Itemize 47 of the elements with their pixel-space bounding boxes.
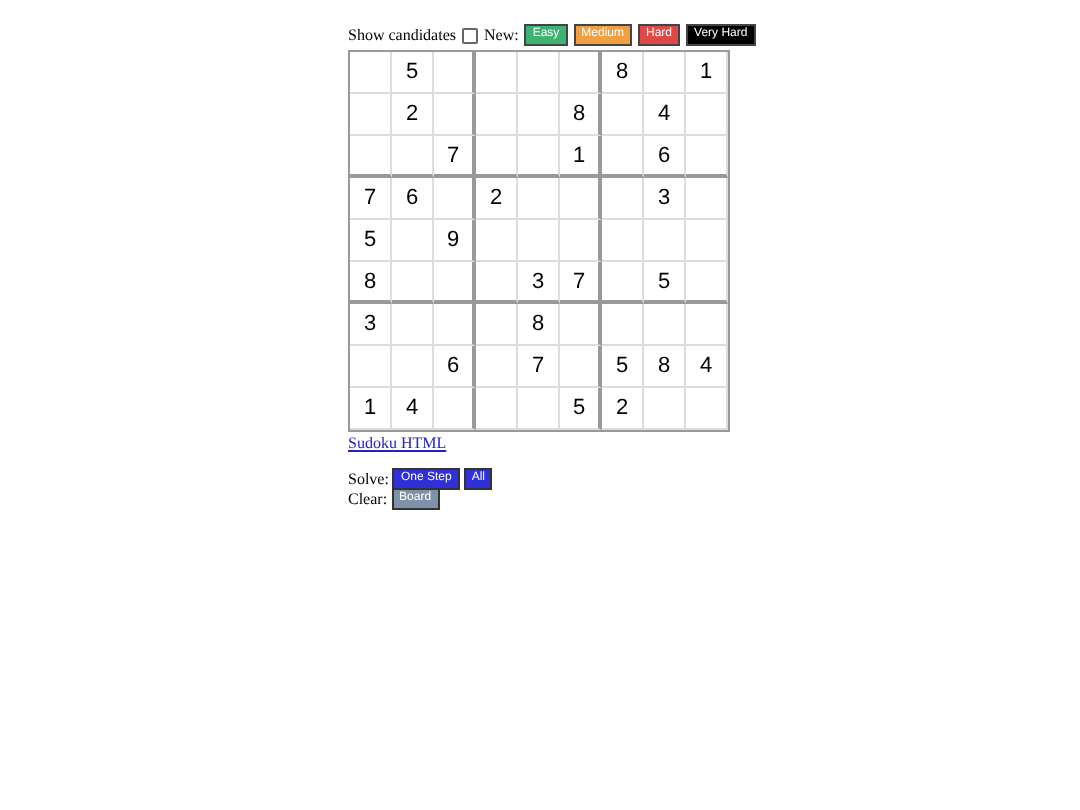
sudoku-cell[interactable] bbox=[560, 304, 602, 346]
sudoku-cell[interactable] bbox=[434, 178, 476, 220]
sudoku-cell[interactable]: 8 bbox=[602, 52, 644, 94]
sudoku-cell[interactable]: 8 bbox=[350, 262, 392, 304]
sudoku-cell[interactable]: 2 bbox=[476, 178, 518, 220]
action-label: Clear: bbox=[348, 489, 388, 507]
sudoku-cell[interactable]: 2 bbox=[602, 388, 644, 430]
sudoku-cell[interactable]: 4 bbox=[686, 346, 728, 388]
sudoku-cell[interactable]: 8 bbox=[518, 304, 560, 346]
sudoku-cell[interactable]: 7 bbox=[350, 178, 392, 220]
sudoku-cell[interactable] bbox=[434, 94, 476, 136]
sudoku-cell[interactable] bbox=[560, 52, 602, 94]
sudoku-cell[interactable]: 5 bbox=[350, 220, 392, 262]
checkbox[interactable] bbox=[462, 27, 478, 43]
sudoku-cell[interactable]: 1 bbox=[350, 388, 392, 430]
sudoku-cell[interactable]: 7 bbox=[434, 136, 476, 178]
show-candidates-label: Show candidates bbox=[348, 26, 456, 44]
sudoku-cell[interactable]: 5 bbox=[392, 52, 434, 94]
sudoku-cell[interactable] bbox=[560, 346, 602, 388]
sudoku-cell[interactable] bbox=[560, 178, 602, 220]
action-label: Solve: bbox=[348, 469, 389, 487]
sudoku-cell[interactable]: 8 bbox=[644, 346, 686, 388]
sudoku-cell[interactable]: 7 bbox=[560, 262, 602, 304]
sudoku-cell[interactable]: 4 bbox=[392, 388, 434, 430]
sudoku-cell[interactable]: 7 bbox=[518, 346, 560, 388]
sudoku-cell[interactable]: 3 bbox=[518, 262, 560, 304]
sudoku-cell[interactable]: 3 bbox=[644, 178, 686, 220]
sudoku-html-link[interactable]: Sudoku HTML bbox=[348, 434, 732, 452]
sudoku-cell[interactable]: 6 bbox=[392, 178, 434, 220]
sudoku-cell[interactable]: 1 bbox=[686, 52, 728, 94]
sudoku-cell[interactable] bbox=[560, 220, 602, 262]
sudoku-cell[interactable]: 9 bbox=[434, 220, 476, 262]
sudoku-cell[interactable]: 6 bbox=[644, 136, 686, 178]
sudoku-cell[interactable]: 5 bbox=[560, 388, 602, 430]
sudoku-cell[interactable]: 6 bbox=[434, 346, 476, 388]
sudoku-cell[interactable]: 5 bbox=[602, 346, 644, 388]
new-label: New: bbox=[484, 26, 519, 44]
sudoku-cell[interactable]: 5 bbox=[644, 262, 686, 304]
sudoku-cell[interactable] bbox=[434, 52, 476, 94]
sudoku-cell[interactable] bbox=[434, 388, 476, 430]
sudoku-cell[interactable]: 3 bbox=[350, 304, 392, 346]
sudoku-cell[interactable]: 2 bbox=[392, 94, 434, 136]
sudoku-cell[interactable]: 1 bbox=[560, 136, 602, 178]
sudoku-cell[interactable]: 8 bbox=[560, 94, 602, 136]
sudoku-cell[interactable] bbox=[434, 304, 476, 346]
sudoku-cell[interactable]: 4 bbox=[644, 94, 686, 136]
sudoku-cell[interactable] bbox=[434, 262, 476, 304]
